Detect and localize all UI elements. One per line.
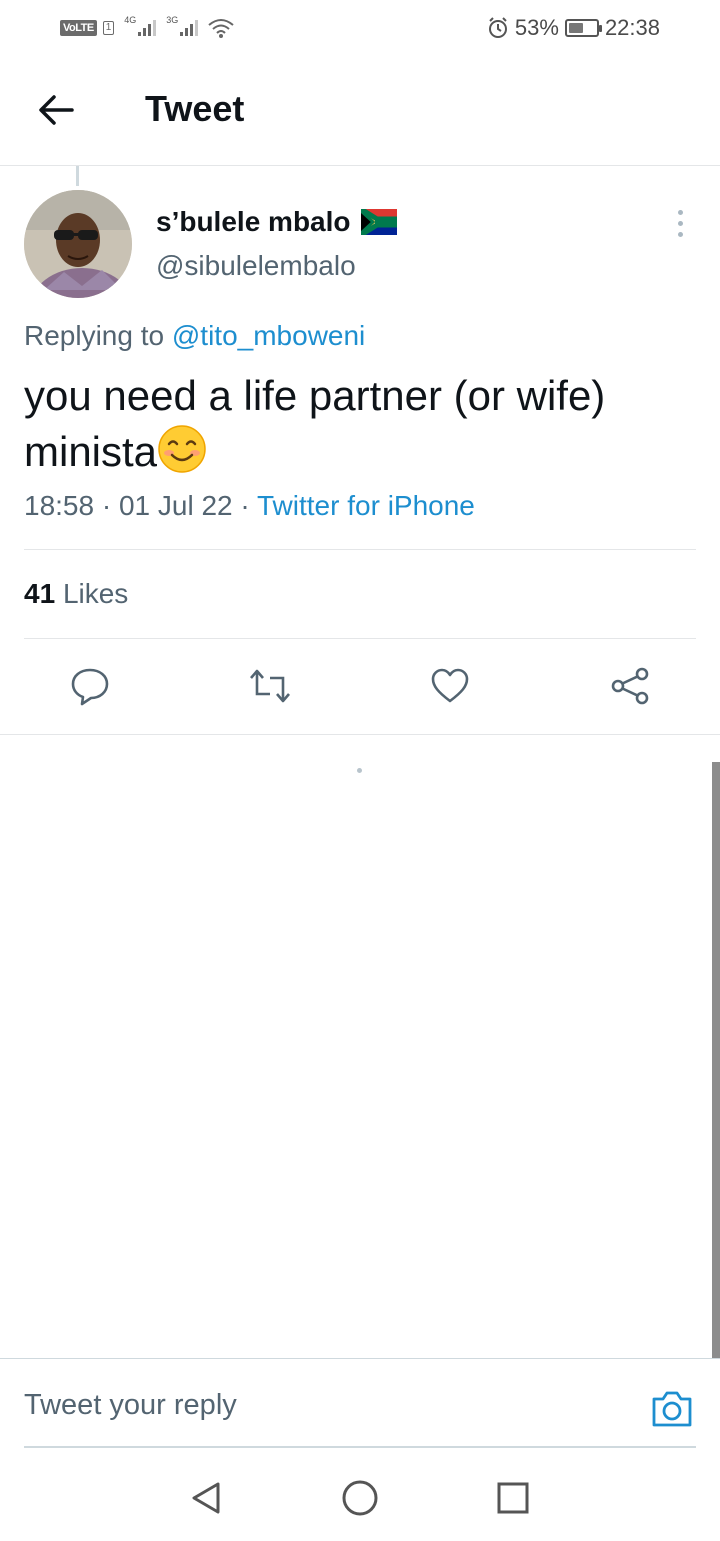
share-icon (611, 667, 649, 705)
retweet-icon (250, 669, 290, 703)
author-name[interactable]: s’bulele mbalo (156, 206, 397, 238)
author-handle[interactable]: @sibulelembalo (156, 250, 356, 282)
scrollbar[interactable] (712, 762, 720, 1358)
reply-button[interactable] (68, 664, 112, 708)
like-button[interactable] (428, 664, 472, 708)
camera-icon[interactable] (650, 1387, 694, 1431)
avatar-photo (24, 190, 132, 298)
replying-label: Replying to (24, 320, 165, 351)
system-nav-bar (0, 1448, 720, 1541)
meta-separator: · (240, 490, 257, 521)
likes-count: 41 (24, 578, 56, 609)
wifi-icon (208, 19, 234, 38)
status-bar: VoLTE 1 4G 3G 53% 22:38 (0, 0, 720, 56)
sim-indicator: 1 (102, 21, 115, 35)
tweet-meta: 18:58 · 01 Jul 22 · Twitter for iPhone (24, 490, 475, 522)
likes-label: Likes (62, 578, 129, 609)
meta-separator: · (101, 490, 119, 521)
replying-to-mention[interactable]: @tito_mboweni (172, 320, 365, 351)
status-left: VoLTE 1 4G 3G (60, 14, 236, 42)
battery-icon (564, 19, 602, 37)
status-right: 53% 22:38 (487, 14, 660, 42)
triangle-back-icon (192, 1482, 220, 1514)
volte-badge: VoLTE (60, 20, 97, 36)
arrow-left-icon (39, 95, 74, 125)
loading-indicator (357, 768, 362, 773)
reply-icon (71, 668, 109, 706)
divider (24, 638, 696, 639)
tweet-date: 01 Jul 22 (118, 490, 233, 521)
smiling-face-emoji-icon (158, 425, 206, 473)
tweet-text: you need a life partner (or wife) minist… (24, 368, 704, 480)
network-3g-label: 3G (166, 15, 179, 25)
signal-bars-icon (180, 18, 199, 36)
signal-bars-icon (138, 18, 157, 36)
likes-stat[interactable]: 41 Likes (24, 578, 128, 610)
square-recents-icon (497, 1482, 529, 1514)
network-3g-signal: 3G (166, 15, 199, 38)
avatar[interactable] (24, 190, 132, 298)
nav-home-button[interactable] (340, 1478, 380, 1518)
network-4g-signal: 4G (124, 15, 157, 38)
more-dots-icon (677, 209, 683, 215)
tweet-actions (0, 640, 720, 735)
app-header: Tweet (0, 56, 720, 166)
share-button[interactable] (608, 664, 652, 708)
tweet-text-body: you need a life partner (or wife) minist… (24, 372, 606, 475)
divider (24, 549, 696, 550)
reply-input[interactable]: Tweet your reply (24, 1389, 237, 1422)
replying-to: Replying to @tito_mboweni (24, 320, 365, 352)
reply-bar: Tweet your reply (0, 1358, 720, 1448)
retweet-button[interactable] (248, 664, 292, 708)
heart-icon (431, 668, 469, 703)
thread-connector-line (76, 166, 79, 186)
page-title: Tweet (145, 88, 245, 129)
south-africa-flag-icon (360, 209, 397, 235)
tweet-time: 18:58 (24, 490, 95, 521)
tweet-source-link[interactable]: Twitter for iPhone (257, 490, 475, 521)
clock: 22:38 (604, 15, 660, 40)
alarm-icon (488, 17, 507, 38)
back-button[interactable] (32, 86, 80, 134)
circle-home-icon (342, 1480, 378, 1516)
more-options-button[interactable] (666, 206, 694, 240)
nav-recents-button[interactable] (493, 1478, 533, 1518)
author-name-text: s’bulele mbalo (156, 206, 351, 237)
nav-back-button[interactable] (186, 1478, 226, 1518)
battery-percent: 53% (514, 15, 559, 40)
network-4g-label: 4G (124, 15, 137, 25)
battery-level (568, 23, 583, 33)
